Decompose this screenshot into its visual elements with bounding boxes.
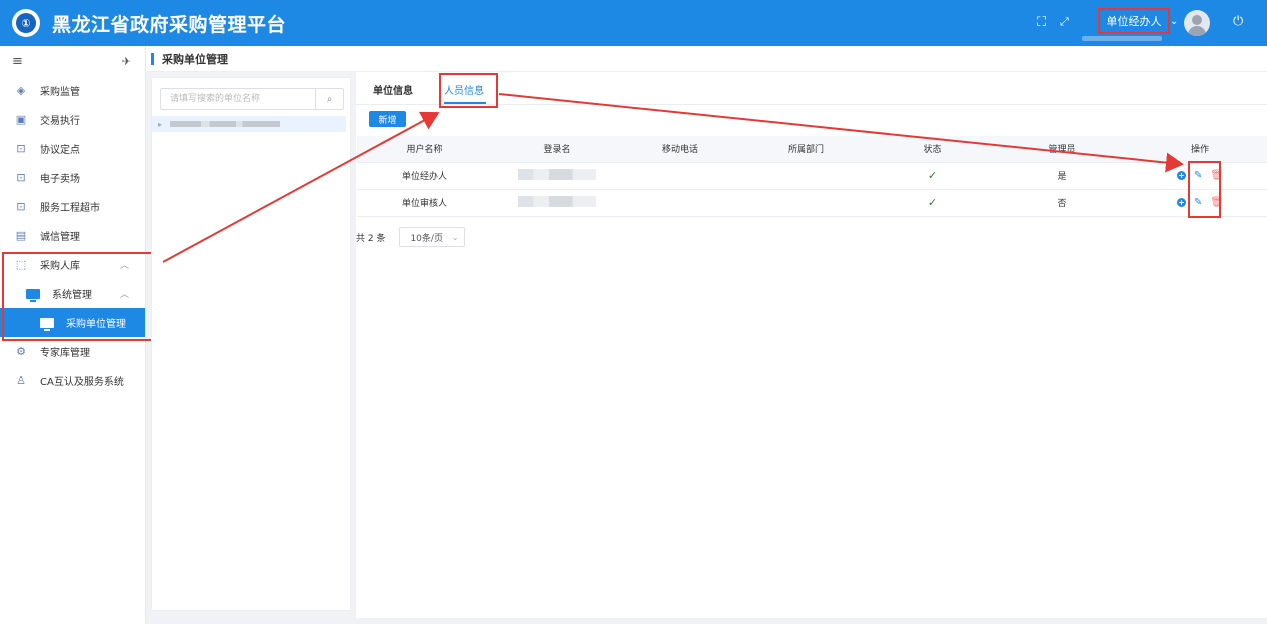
cell-username: 单位经办人	[357, 162, 492, 190]
store-icon: ⊡	[16, 200, 26, 213]
fullscreen-icon[interactable]: ⛶	[1037, 15, 1046, 30]
tab-unit-info[interactable]: 单位信息	[373, 82, 413, 97]
pagination: 共 2 条 10条/页 ⌄	[356, 227, 466, 247]
sidebar-item-label: 采购监管	[40, 87, 80, 98]
logo-mark: ①	[16, 13, 36, 33]
breadcrumb: 采购单位管理	[146, 46, 1267, 72]
chevron-down-icon[interactable]: ⌄	[1170, 16, 1178, 27]
staff-table: 用户名称 登录名 移动电话 所属部门 状态 管理员 操作 单位经办人 ✓ 是 +…	[357, 136, 1267, 217]
sidebar-item-label: 服务工程超市	[40, 203, 100, 214]
sidebar-item-transaction[interactable]: ▣ 交易执行	[0, 105, 145, 134]
annotation-box-sidebar	[2, 252, 155, 341]
cell-department	[738, 189, 874, 217]
user-icon: ♙	[16, 374, 26, 387]
add-circle-icon[interactable]: +	[1176, 198, 1186, 207]
clipboard-icon: ▣	[15, 113, 27, 126]
sidebar-item-emall[interactable]: ⊡ 电子卖场	[0, 163, 145, 192]
col-actions: 操作	[1133, 136, 1267, 163]
sidebar-toolbar: ≡ ✈	[0, 46, 145, 76]
page-size-select[interactable]: 10条/页 ⌄	[399, 227, 466, 247]
cell-admin: 是	[991, 162, 1133, 190]
top-header: ① 黑龙江省政府采购管理平台 ⛶ ⤢ 单位经办人 ⌄ ⏻	[0, 0, 1267, 46]
cell-department	[738, 162, 874, 190]
col-admin: 管理员	[991, 136, 1133, 163]
col-mobile: 移动电话	[622, 136, 738, 163]
search-icon[interactable]: ⌕	[315, 89, 343, 109]
tree-node[interactable]: ▸	[152, 116, 346, 132]
sidebar-item-label: 专家库管理	[40, 348, 90, 359]
shield-icon: ◈	[16, 84, 26, 97]
login-name-redacted	[518, 195, 596, 207]
table-row: 单位审核人 ✓ 否 + ✎ 🗑	[357, 189, 1267, 217]
sidebar-item-procurement-supervision[interactable]: ◈ 采购监管	[0, 76, 145, 105]
sidebar-item-label: 诚信管理	[40, 232, 80, 243]
user-name-dropdown[interactable]: 单位经办人	[1098, 8, 1170, 34]
app-title: 黑龙江省政府采购管理平台	[52, 13, 287, 36]
sidebar-item-service-market[interactable]: ⊡ 服务工程超市	[0, 192, 145, 221]
table-row: 单位经办人 ✓ 是 + ✎ 🗑	[357, 162, 1267, 190]
main-panel: 单位信息 人员信息 新增 用户名称 登录名 移动电话 所属部门 状态 管理员 操…	[356, 72, 1267, 618]
pin-icon[interactable]: ✈	[122, 55, 131, 68]
sidebar-item-label: CA互认及服务系统	[40, 377, 124, 388]
power-icon[interactable]: ⏻	[1233, 14, 1243, 29]
page-size-value: 10条/页	[410, 233, 443, 244]
add-circle-icon[interactable]: +	[1176, 171, 1186, 180]
avatar[interactable]	[1184, 10, 1210, 36]
sidebar-item-ca-system[interactable]: ♙ CA互认及服务系统	[0, 366, 145, 395]
unit-search: ⌕	[160, 88, 344, 110]
col-status: 状态	[874, 136, 991, 163]
menu-toggle-icon[interactable]: ≡	[12, 54, 23, 69]
table-header-row: 用户名称 登录名 移动电话 所属部门 状态 管理员 操作	[357, 136, 1267, 163]
caret-right-icon[interactable]: ▸	[158, 120, 162, 129]
sidebar-item-label: 协议定点	[40, 145, 80, 156]
store-icon: ⊡	[16, 171, 26, 184]
store-icon: ⊡	[16, 142, 26, 155]
unit-search-input[interactable]	[161, 89, 317, 109]
card-icon: ▤	[15, 229, 27, 242]
sidebar-item-expert-library[interactable]: ⚙ 专家库管理	[0, 337, 145, 366]
col-department: 所属部门	[738, 136, 874, 163]
unit-tree-panel: ⌕ ▸	[151, 77, 351, 611]
col-login: 登录名	[492, 136, 622, 163]
logo: ①	[12, 9, 40, 37]
cell-mobile	[622, 162, 738, 190]
cell-mobile	[622, 189, 738, 217]
sidebar-item-agreement[interactable]: ⊡ 协议定点	[0, 134, 145, 163]
sidebar-item-label: 交易执行	[40, 116, 80, 127]
sidebar-item-credit[interactable]: ▤ 诚信管理	[0, 221, 145, 250]
chevron-down-icon: ⌄	[451, 232, 459, 242]
check-icon: ✓	[927, 196, 938, 209]
page-title: 采购单位管理	[162, 52, 228, 66]
tab-bar: 单位信息 人员信息	[356, 72, 1267, 108]
annotation-box-edit	[1188, 161, 1221, 218]
tree-node-label-redacted	[170, 121, 281, 127]
pagination-total: 共 2 条	[356, 233, 386, 244]
cell-username: 单位审核人	[357, 189, 492, 217]
gear-icon: ⚙	[16, 345, 26, 358]
sidebar-item-label: 电子卖场	[40, 174, 80, 185]
user-subtitle-redacted	[1082, 36, 1162, 41]
expand-icon[interactable]: ⤢	[1060, 15, 1069, 29]
cell-admin: 否	[991, 189, 1133, 217]
add-button[interactable]: 新增	[369, 111, 406, 127]
annotation-box-tab	[439, 73, 498, 108]
col-username: 用户名称	[357, 136, 492, 163]
login-name-redacted	[518, 168, 596, 180]
check-icon: ✓	[927, 169, 938, 182]
